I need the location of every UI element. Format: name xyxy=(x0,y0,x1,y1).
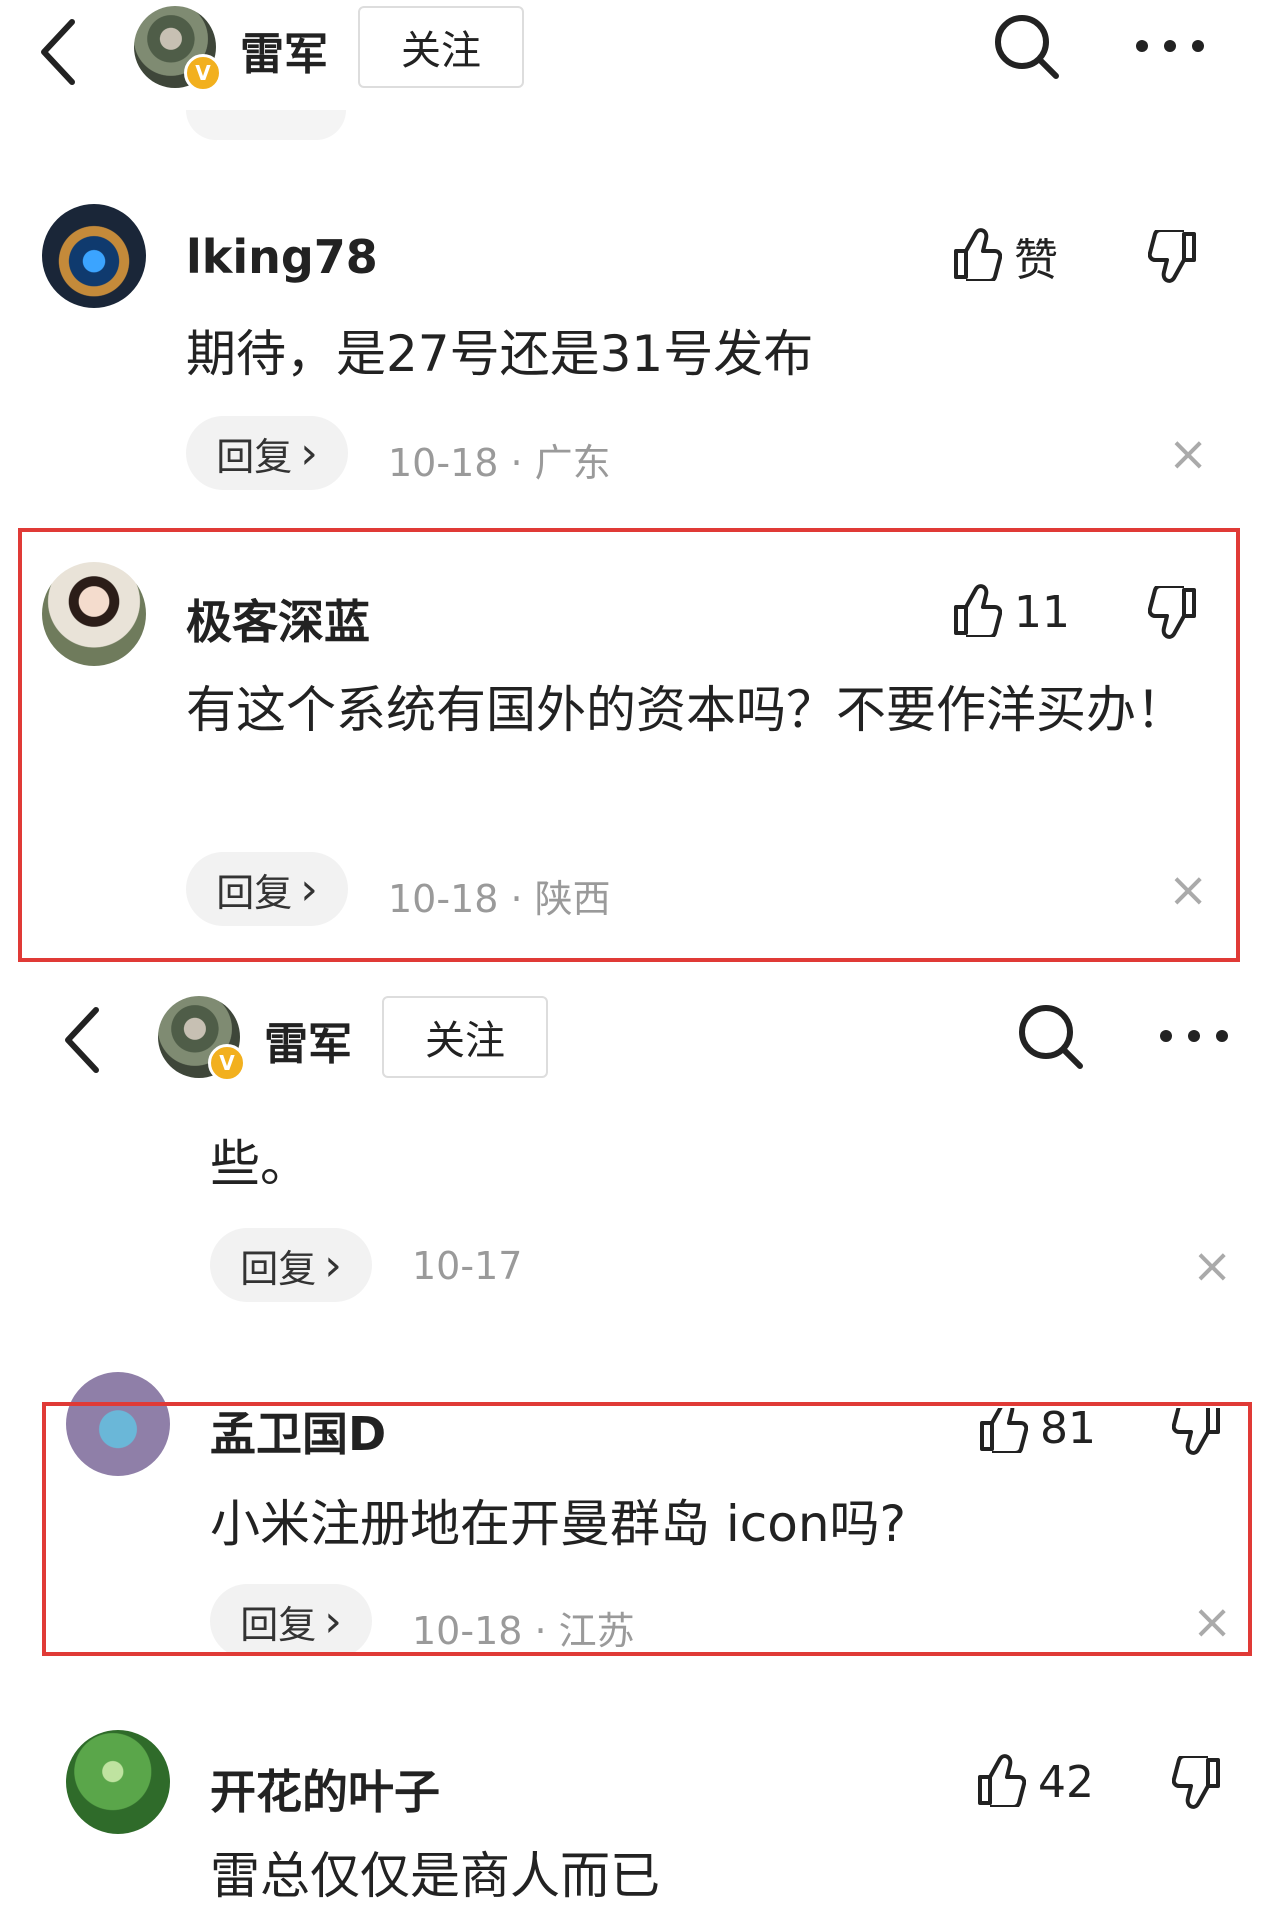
follow-button[interactable]: 关注 xyxy=(382,996,548,1078)
comment-text: 雷总仅仅是商人而已 xyxy=(210,1847,660,1905)
reply-button[interactable]: 回复 › xyxy=(186,416,348,490)
author-avatar[interactable]: V xyxy=(158,996,246,1082)
reply-button[interactable]: 回复 › xyxy=(186,852,348,926)
avatar[interactable] xyxy=(66,1730,170,1834)
close-icon[interactable]: × xyxy=(1168,430,1208,478)
header-bar-2: V 雷军 关注 xyxy=(0,990,1280,1100)
avatar[interactable] xyxy=(42,562,146,666)
partial-reply-pill xyxy=(186,110,346,140)
reply-label: 回复 xyxy=(240,1246,317,1291)
highlight-box xyxy=(42,1402,1252,1656)
chevron-right-icon: › xyxy=(300,427,318,479)
more-icon[interactable] xyxy=(1154,1024,1234,1048)
reply-button[interactable]: 回复 › xyxy=(210,1228,372,1302)
back-icon[interactable] xyxy=(28,12,88,92)
like-count: 11 xyxy=(1014,586,1070,638)
close-icon[interactable]: × xyxy=(1192,1242,1232,1290)
search-icon[interactable] xyxy=(988,8,1068,88)
reply-label: 回复 xyxy=(216,434,293,479)
thumbs-down-icon[interactable] xyxy=(1171,1754,1222,1814)
close-icon[interactable]: × xyxy=(1168,866,1208,914)
header-bar-1: V 雷军 关注 xyxy=(0,0,1280,110)
thumbs-up-icon xyxy=(976,1753,1027,1811)
like-button[interactable]: 42 xyxy=(976,1750,1116,1814)
search-icon[interactable] xyxy=(1012,998,1092,1078)
author-name[interactable]: 雷军 xyxy=(264,1008,352,1072)
comment-meta: 10-17 xyxy=(412,1244,523,1288)
thumbs-up-icon xyxy=(952,583,1003,641)
comment-text: 期待，是27号还是31号发布 xyxy=(186,325,814,383)
author-name[interactable]: 雷军 xyxy=(240,18,328,82)
avatar[interactable] xyxy=(42,204,146,308)
comment-meta: 10-18 · 广东 xyxy=(388,441,611,485)
chevron-right-icon: › xyxy=(300,863,318,915)
verified-badge-icon: V xyxy=(184,54,222,92)
like-count: 42 xyxy=(1038,1756,1094,1808)
verified-badge-icon: V xyxy=(208,1044,246,1082)
username[interactable]: 开花的叶子 xyxy=(210,1756,440,1822)
like-label: 赞 xyxy=(1014,235,1058,286)
like-button[interactable]: 赞 xyxy=(952,224,1076,288)
reply-label: 回复 xyxy=(216,870,293,915)
more-icon[interactable] xyxy=(1130,34,1210,58)
username[interactable]: 极客深蓝 xyxy=(186,586,370,652)
follow-button[interactable]: 关注 xyxy=(358,6,524,88)
chevron-right-icon: › xyxy=(324,1239,342,1291)
comment-text: 些。 xyxy=(210,1135,310,1193)
username[interactable]: lking78 xyxy=(186,230,378,284)
back-icon[interactable] xyxy=(52,1000,112,1080)
author-avatar[interactable]: V xyxy=(134,6,222,92)
comment-text: 有这个系统有国外的资本吗？不要作洋买办！ xyxy=(186,681,1186,739)
thumbs-up-icon xyxy=(952,227,1003,285)
thumbs-down-icon[interactable] xyxy=(1147,584,1198,644)
like-button[interactable]: 11 xyxy=(952,580,1076,644)
thumbs-down-icon[interactable] xyxy=(1147,228,1198,288)
comment-meta: 10-18 · 陕西 xyxy=(388,877,611,921)
